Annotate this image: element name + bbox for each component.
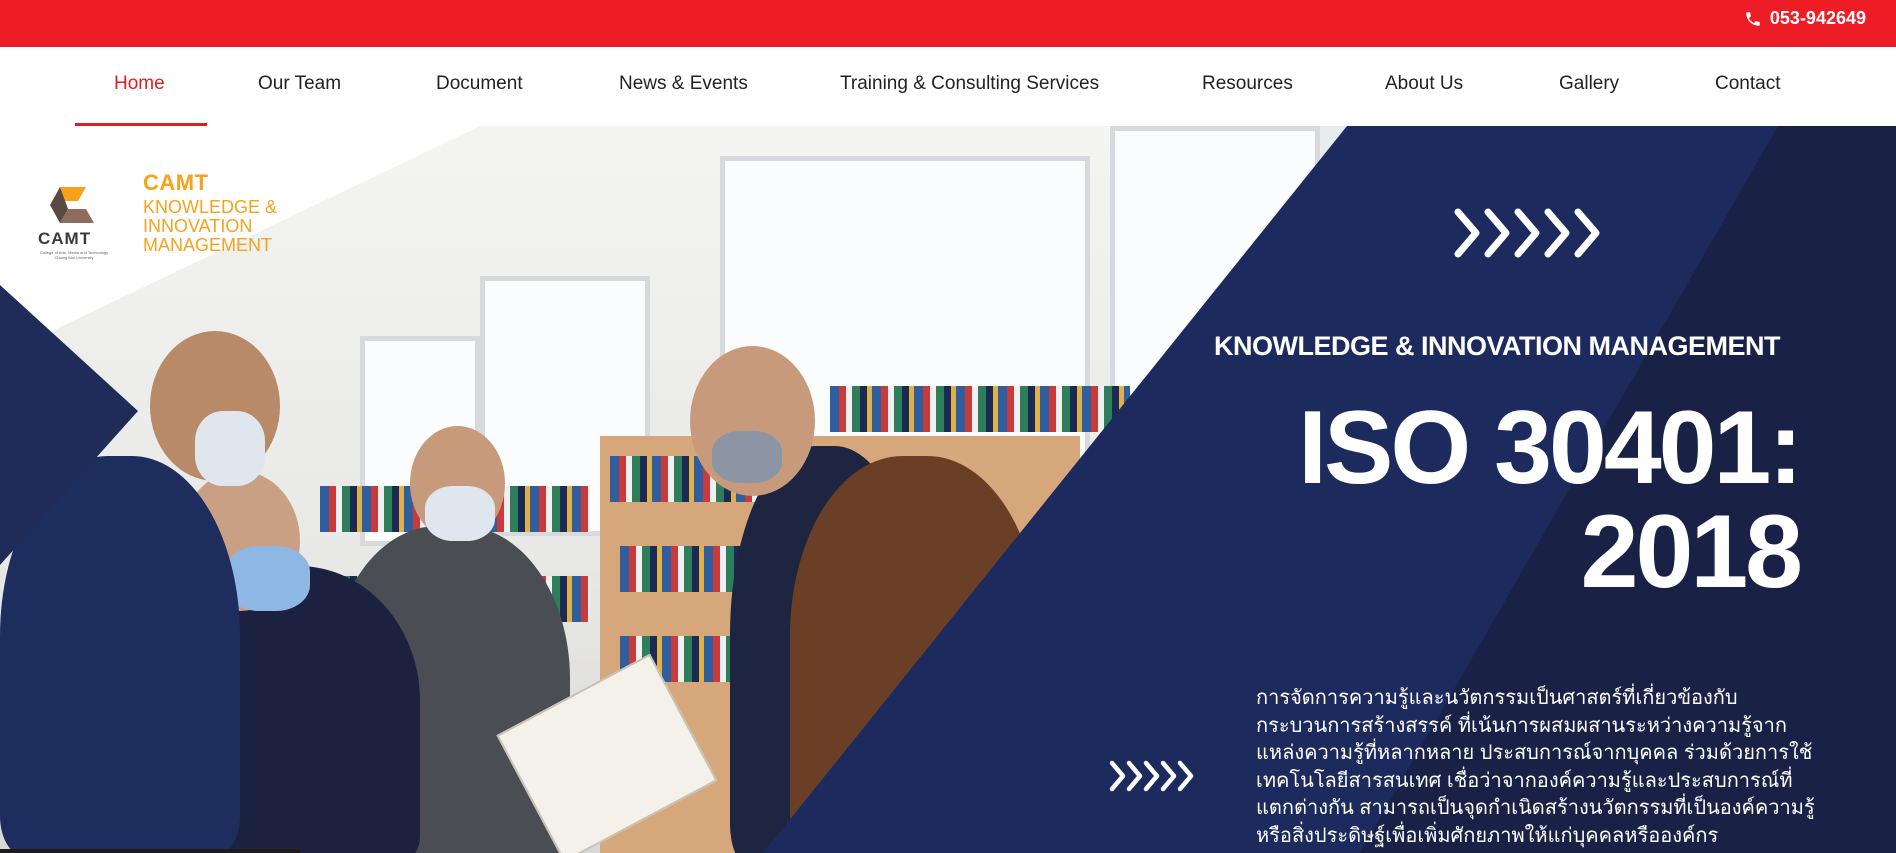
nav-training-consulting[interactable]: Training & Consulting Services [840, 73, 1099, 95]
nav-about-us[interactable]: About Us [1385, 73, 1463, 95]
chevrons-right-small-icon [1109, 760, 1194, 792]
camt-emblem-icon [50, 187, 94, 223]
logo-caption: College of Arts, Media and Technology Ch… [39, 250, 109, 260]
nav-document[interactable]: Document [436, 73, 523, 95]
logo-title: CAMT [143, 170, 209, 195]
main-nav: Home Our Team Document News & Events Tra… [0, 47, 1896, 126]
nav-news-events[interactable]: News & Events [619, 73, 748, 95]
logo-subtitle-line-3: MANAGEMENT [143, 235, 273, 255]
chevrons-right-icon [1454, 208, 1600, 258]
hero-description: การจัดการความรู้และนวัตกรรมเป็นศาสตร์ที่… [1256, 687, 1815, 847]
nav-contact[interactable]: Contact [1715, 73, 1780, 95]
nav-resources[interactable]: Resources [1202, 73, 1293, 95]
hero-kicker: KNOWLEDGE & INNOVATION MANAGEMENT [1214, 331, 1780, 361]
hero-title-line-1: ISO 30401: [1298, 390, 1803, 506]
phone-contact[interactable]: 053-942649 [1744, 8, 1866, 29]
phone-number: 053-942649 [1769, 8, 1866, 28]
bottom-edge [0, 849, 300, 853]
nav-gallery[interactable]: Gallery [1559, 73, 1619, 95]
logo-wordmark[interactable]: CAMT KNOWLEDGE & INNOVATION MANAGEMENT [143, 172, 277, 255]
hero-title-line-2: 2018 [1580, 494, 1803, 610]
logo-subtitle-line-1: KNOWLEDGE & [143, 197, 278, 217]
nav-our-team[interactable]: Our Team [258, 73, 341, 95]
logo-subtitle-line-2: INNOVATION [143, 216, 253, 236]
hero-title: ISO 30401: 2018 [1200, 390, 1803, 610]
top-bar: 053-942649 [0, 0, 1896, 47]
nav-home[interactable]: Home [114, 73, 165, 95]
phone-icon [1746, 11, 1760, 26]
logo-mark-text: CAMT [38, 229, 92, 248]
